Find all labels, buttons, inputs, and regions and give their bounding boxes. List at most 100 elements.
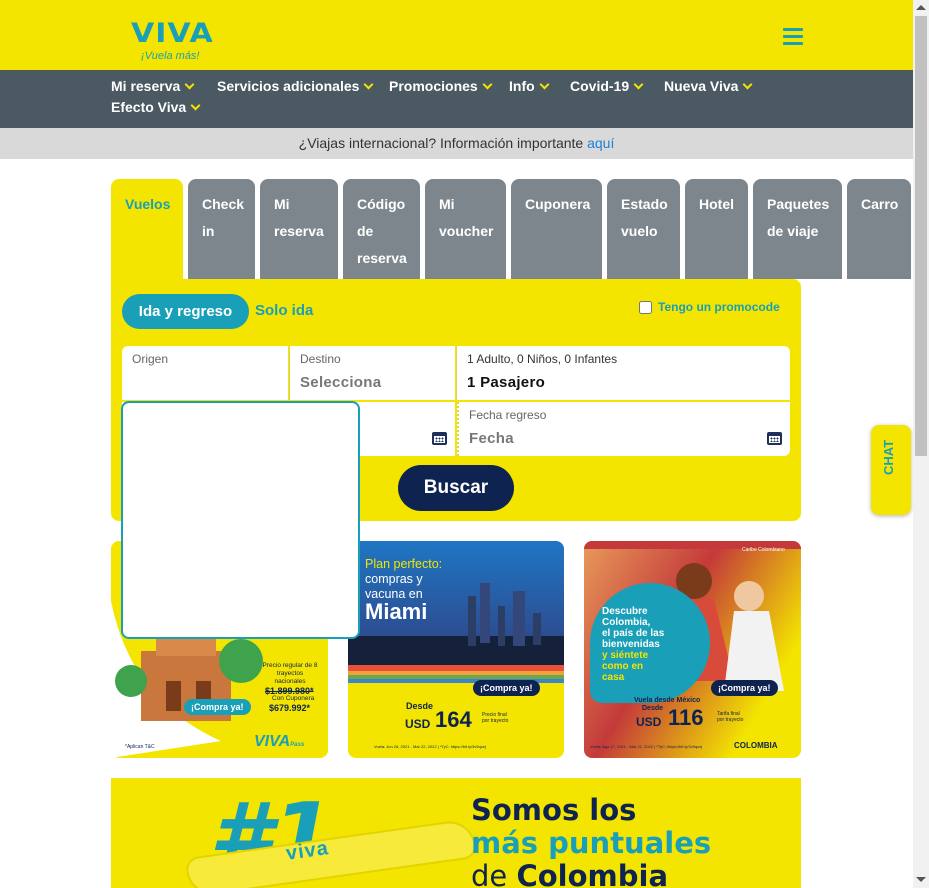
- promo-banner-miami[interactable]: Plan perfecto: compras y vacuna en Miami…: [348, 541, 564, 758]
- price-label: Precio regular de 8 trayectos nacionales: [262, 662, 318, 685]
- title-line: Colombia,: [602, 617, 651, 628]
- colombia-brand: COLOMBIA: [734, 741, 778, 750]
- from-label: Desde: [406, 701, 434, 711]
- nav-item-servicios-adicionales[interactable]: Servicios adicionales: [217, 78, 374, 94]
- passengers-label: 1 Adulto, 0 Niños, 0 Infantes: [467, 352, 618, 366]
- buy-now-button[interactable]: ¡Compra ya!: [711, 680, 778, 696]
- nav-item-mi-reserva[interactable]: Mi reserva: [111, 78, 195, 94]
- notice-text: ¿Viajas internacional? Información impor…: [298, 135, 588, 151]
- origin-label: Origen: [132, 352, 169, 366]
- return-label: Fecha regreso: [469, 408, 547, 422]
- buy-now-button[interactable]: ¡Compra ya!: [184, 699, 251, 715]
- chat-label: CHAT: [881, 439, 896, 475]
- colombia-price: 116: [668, 705, 704, 730]
- viva-logo[interactable]: VIVA ¡Vuela más!: [131, 20, 214, 62]
- tab-check-in[interactable]: Check in: [188, 179, 255, 279]
- tab-cuponera[interactable]: Cuponera: [511, 179, 602, 279]
- chevron-down-icon: [539, 79, 550, 90]
- chevron-down-icon: [633, 79, 644, 90]
- chevron-down-icon: [743, 79, 753, 90]
- title-line: el país de las: [602, 628, 665, 639]
- scrollbar-thumb[interactable]: [915, 16, 927, 456]
- tab-paquetes-de-viaje[interactable]: Paquetes de viaje: [753, 179, 842, 279]
- tab-label: reserva: [274, 223, 324, 239]
- currency: USD: [405, 717, 431, 731]
- nav-item-nueva-viva[interactable]: Nueva Viva: [664, 78, 753, 94]
- chat-button[interactable]: CHAT: [871, 425, 911, 515]
- tab-label: reserva: [357, 250, 407, 266]
- promocode-check[interactable]: [639, 300, 652, 314]
- tab-mi-voucher[interactable]: Mi voucher: [425, 179, 506, 279]
- promocode-label: Tengo un promocode: [658, 300, 780, 314]
- puntuales-headline: Somos los más puntuales de Colombia: [471, 794, 711, 888]
- fine-print: Vuela: Ago 17, 2021 - Mar 22, 2022 | *Ty…: [590, 744, 703, 749]
- tab-label: de: [357, 223, 374, 239]
- tab-label: Carro: [861, 196, 899, 212]
- calendar-icon: [432, 432, 447, 445]
- calendar-icon: [767, 432, 782, 445]
- headline-line: Colombia: [516, 859, 669, 888]
- promo-banner-colombia[interactable]: Caribe Colombiano Descubre Colombia, el …: [584, 541, 801, 758]
- chevron-down-icon: [363, 79, 374, 90]
- search-button[interactable]: Buscar: [398, 465, 514, 511]
- header: VIVA ¡Vuela más!: [0, 0, 913, 70]
- destination-value: Selecciona: [300, 374, 382, 391]
- nav-label: Efecto Viva: [111, 99, 187, 115]
- viva-pass-logo: VIVAPass: [254, 733, 304, 751]
- nav-label: Info: [509, 78, 535, 94]
- tab-mi-reserva[interactable]: Mi reserva: [260, 179, 338, 279]
- price-note: Tarifa final por trayecto: [717, 711, 744, 723]
- scroll-down-arrow-icon[interactable]: [916, 877, 926, 882]
- nav-label: Nueva Viva: [664, 78, 739, 94]
- tab-estado-vuelo[interactable]: Estado vuelo: [607, 179, 680, 279]
- tab-label: Vuelos: [125, 196, 171, 212]
- title-line: como en: [602, 661, 644, 672]
- round-trip-toggle[interactable]: Ida y regreso: [122, 294, 249, 329]
- scroll-up-arrow-icon[interactable]: [916, 5, 926, 10]
- nav-item-covid[interactable]: Covid-19: [570, 78, 644, 94]
- brand-word: VIVA: [254, 733, 291, 750]
- nav-item-efecto-viva[interactable]: Efecto Viva: [111, 99, 201, 115]
- new-price: $679.992*: [269, 703, 311, 713]
- headline-line: más puntuales: [471, 826, 712, 860]
- promocode-checkbox[interactable]: Tengo un promocode: [639, 300, 780, 314]
- nav-item-info[interactable]: Info: [509, 78, 550, 94]
- passengers-value: 1 Pasajero: [467, 374, 546, 391]
- nav-label: Mi reserva: [111, 78, 181, 94]
- miami-price: 164: [435, 707, 472, 732]
- tab-label: Paquetes: [767, 196, 830, 212]
- price-note: Precio final por trayecto: [482, 712, 509, 724]
- buy-now-button[interactable]: ¡Compra ya!: [473, 680, 540, 696]
- from-label-2: Desde: [642, 705, 664, 712]
- title-line: bienvenidas: [602, 639, 660, 650]
- tab-label: Cuponera: [525, 196, 591, 212]
- date-picker-popup[interactable]: [121, 401, 360, 639]
- fine-print: Vuela: Jun 26, 2021 - Mar 22, 2022 | *Ty…: [374, 744, 486, 749]
- main-nav: Mi reserva Servicios adicionales Promoci…: [0, 70, 913, 128]
- chevron-down-icon: [184, 79, 195, 90]
- tab-codigo-de-reserva[interactable]: Código de reserva: [343, 179, 420, 279]
- tab-hotel[interactable]: Hotel: [685, 179, 748, 279]
- headline-line: Somos los: [471, 793, 637, 827]
- colombia-title: Descubre Colombia, el país de las bienve…: [602, 606, 664, 683]
- from-label: Vuela desde México: [634, 697, 701, 704]
- tab-carro[interactable]: Carro: [847, 179, 911, 279]
- destination-field[interactable]: Destino Selecciona: [289, 346, 455, 400]
- tab-vuelos[interactable]: Vuelos: [111, 179, 183, 283]
- notice-link[interactable]: aquí: [587, 135, 614, 151]
- passengers-field[interactable]: 1 Adulto, 0 Niños, 0 Infantes 1 Pasajero: [456, 346, 790, 400]
- origin-field[interactable]: Origen: [122, 346, 288, 400]
- nav-label: Covid-19: [570, 78, 630, 94]
- hamburger-menu-icon[interactable]: [783, 28, 803, 46]
- return-date-field[interactable]: Fecha regreso Fecha: [457, 402, 790, 456]
- tab-label: Hotel: [699, 196, 734, 212]
- nav-item-promociones[interactable]: Promociones: [389, 78, 493, 94]
- promo-banner-puntuales[interactable]: #1 viva Somos los más puntuales de Colom…: [111, 778, 801, 888]
- logo-wordmark: VIVA: [131, 17, 214, 50]
- brand-sub: Pass: [290, 742, 305, 748]
- one-way-toggle[interactable]: Solo ida: [255, 302, 313, 319]
- miami-title-1: Plan perfecto:: [365, 557, 443, 571]
- tab-label: Código: [357, 196, 406, 212]
- coupon-label: Con Cuponera: [272, 695, 315, 702]
- title-line: y siéntete: [602, 650, 649, 661]
